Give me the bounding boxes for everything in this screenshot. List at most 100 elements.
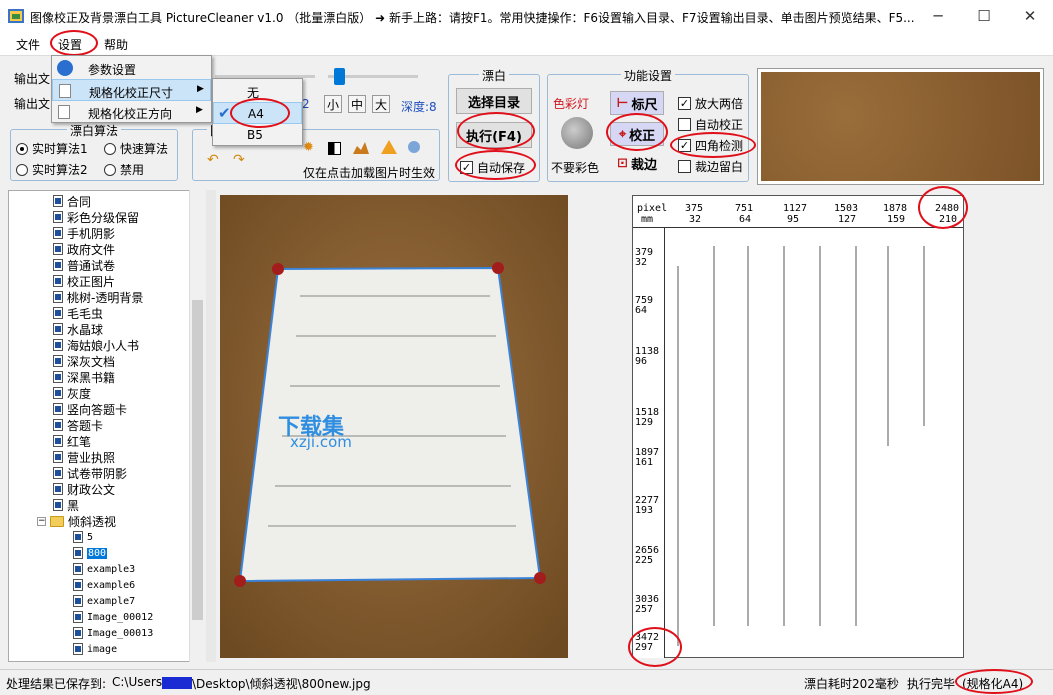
submenu-item-label: 无 [247,86,260,100]
minimize-button[interactable]: ─ [915,0,961,32]
close-button[interactable]: ✕ [1007,0,1053,32]
menu-file[interactable]: 文件 [16,36,40,53]
radio-realtime1[interactable]: 实时算法1 [16,140,88,157]
tree-subitem-label: 5 [87,531,94,543]
tree-scroll-thumb[interactable] [192,300,203,620]
tree-item[interactable]: 灰度 [53,385,91,401]
radio-dot [104,163,116,176]
tree-subitem[interactable]: 800 [73,545,108,561]
title-bar: 图像校正及背景漂白工具 PictureCleaner v1.0 （批量漂白版） … [0,0,1053,32]
tree-folder[interactable]: − 倾斜透视 [37,513,116,529]
tree-item[interactable]: 桃树-透明背景 [53,289,143,305]
dropdown-item-params[interactable]: 参数设置 [52,57,211,79]
tree-subitem[interactable]: Image_00012 [73,609,153,625]
splitter[interactable] [206,190,216,662]
status-bar: 处理结果已保存到: C:\Users\ \Desktop\倾斜透视\800new… [0,669,1053,695]
four-corner-checkbox[interactable]: ✓ 四角检测 [678,137,743,154]
tree-subitem[interactable]: Image_00013 [73,625,153,641]
submenu-item-none[interactable]: 无 [213,80,302,102]
tree-item-label: 桃树-透明背景 [67,290,144,305]
size-small-button[interactable]: 小 [324,95,342,113]
thumbnail-image [761,72,1040,181]
undo-icon[interactable]: ↶ [207,152,219,168]
tree-item[interactable]: 彩色分级保留 [53,209,139,225]
auto-correct-checkbox[interactable]: 自动校正 [678,116,743,133]
tree-subitem[interactable]: 5 [73,529,93,545]
file-tree[interactable]: 合同 彩色分级保留 手机阴影 政府文件 普通试卷 校正图片 桃树-透明背景 毛毛虫 水晶球 海姑娘… [8,190,205,662]
levels-icon[interactable] [353,140,369,154]
checkbox-box: ✓ [678,97,691,110]
menu-help[interactable]: 帮助 [104,36,128,53]
tree-item[interactable]: 试卷带阴影 [53,465,127,481]
checkmark-icon: ✔ [218,104,231,122]
ruler-top-mm: 95 [787,214,800,225]
ruler-top-pixel: 375 [685,203,704,214]
tree-item[interactable]: 财政公文 [53,481,115,497]
correct-button[interactable]: ⌖ 校正 [610,122,664,146]
select-dir-button[interactable]: 选择目录 [456,88,532,114]
func-group: 功能设置 色彩灯 不要彩色 ⊢ 标尺 ⌖ 校正 ⊡ 裁边 ✓ 放大两倍 自动校正 ✓ 四角… [547,67,749,182]
size-mid-button[interactable]: 中 [348,95,366,113]
tree-item[interactable]: 合同 [53,193,91,209]
tree-item[interactable]: 红笔 [53,433,91,449]
ruler-left-mm: 129 [635,417,654,428]
tree-item[interactable]: 深黑书籍 [53,369,115,385]
radio-disable[interactable]: 禁用 [104,161,144,178]
tree-item-label: 答题卡 [67,418,104,433]
collapse-icon[interactable]: − [37,516,46,526]
ruler-top-pixel: 1503 [834,203,859,214]
brightness-icon[interactable]: ✹ [303,140,314,155]
menu-settings[interactable]: 设置 [58,36,82,53]
tree-item[interactable]: 答题卡 [53,417,103,433]
sharpen-icon[interactable] [381,140,397,154]
execute-button[interactable]: 执行(F4) [456,122,532,148]
tree-item[interactable]: 政府文件 [53,241,115,257]
filter-icon[interactable] [407,140,421,154]
tree-item[interactable]: 手机阴影 [53,225,115,241]
tree-item[interactable]: 黑 [53,497,79,513]
result-preview[interactable]: pixel mm 375 32 751 64 1127 95 1503 127 1878 159 248… [632,195,964,658]
tree-item-label: 校正图片 [67,274,116,289]
status-saved-label: 处理结果已保存到: [6,677,107,691]
tree-subitem[interactable]: example6 [73,577,135,593]
tree-item[interactable]: 普通试卷 [53,257,115,273]
crop-button[interactable]: ⊡ 裁边 [610,152,664,174]
radio-label: 快速算法 [120,142,169,156]
size-big-button[interactable]: 大 [372,95,390,113]
chevron-right-icon: ▶ [196,105,203,115]
dropdown-item-size[interactable]: 规格化校正尺寸 ▶ [52,79,211,101]
redo-icon[interactable]: ↷ [233,152,245,168]
tree-item[interactable]: 水晶球 [53,321,103,337]
tree-subitem[interactable]: image [73,641,117,657]
tree-item[interactable]: 深灰文档 [53,353,115,369]
original-preview[interactable]: 下载集 xzji.com [220,195,568,658]
submenu-item-a4[interactable]: ✔ A4 [213,102,302,124]
file-icon [53,371,63,383]
tree-subitem[interactable]: example7 [73,593,135,609]
depth-slider-thumb[interactable] [334,68,345,85]
tree-item[interactable]: 营业执照 [53,449,115,465]
contrast-icon[interactable] [328,142,341,155]
radio-realtime2[interactable]: 实时算法2 [16,161,88,178]
file-icon [53,291,63,303]
radio-fast[interactable]: 快速算法 [104,140,168,157]
maximize-button[interactable]: ☐ [961,0,1007,32]
color-light-icon[interactable] [561,117,593,149]
thumbnail-preview[interactable] [757,68,1044,185]
tree-item[interactable]: 毛毛虫 [53,305,103,321]
tree-subitem[interactable]: example3 [73,561,135,577]
radio-label: 实时算法2 [32,163,88,177]
file-icon [73,595,83,607]
autosave-checkbox[interactable]: ✓ 自动保存 [460,159,525,176]
dropdown-item-direction[interactable]: 规格化校正方向 ▶ [52,101,211,123]
tree-item[interactable]: 竖向答题卡 [53,401,127,417]
tree-scrollbar[interactable] [189,190,205,662]
ruler-button[interactable]: ⊢ 标尺 [610,91,664,115]
ruler-unit-mm: mm [641,214,654,225]
enlarge-checkbox[interactable]: ✓ 放大两倍 [678,95,743,112]
tree-subitem-label: 800 [87,547,108,559]
crop-margin-checkbox[interactable]: 裁边留白 [678,158,743,175]
tree-item[interactable]: 校正图片 [53,273,115,289]
tree-item[interactable]: 海姑娘小人书 [53,337,139,353]
submenu-item-b5[interactable]: B5 [213,124,302,146]
